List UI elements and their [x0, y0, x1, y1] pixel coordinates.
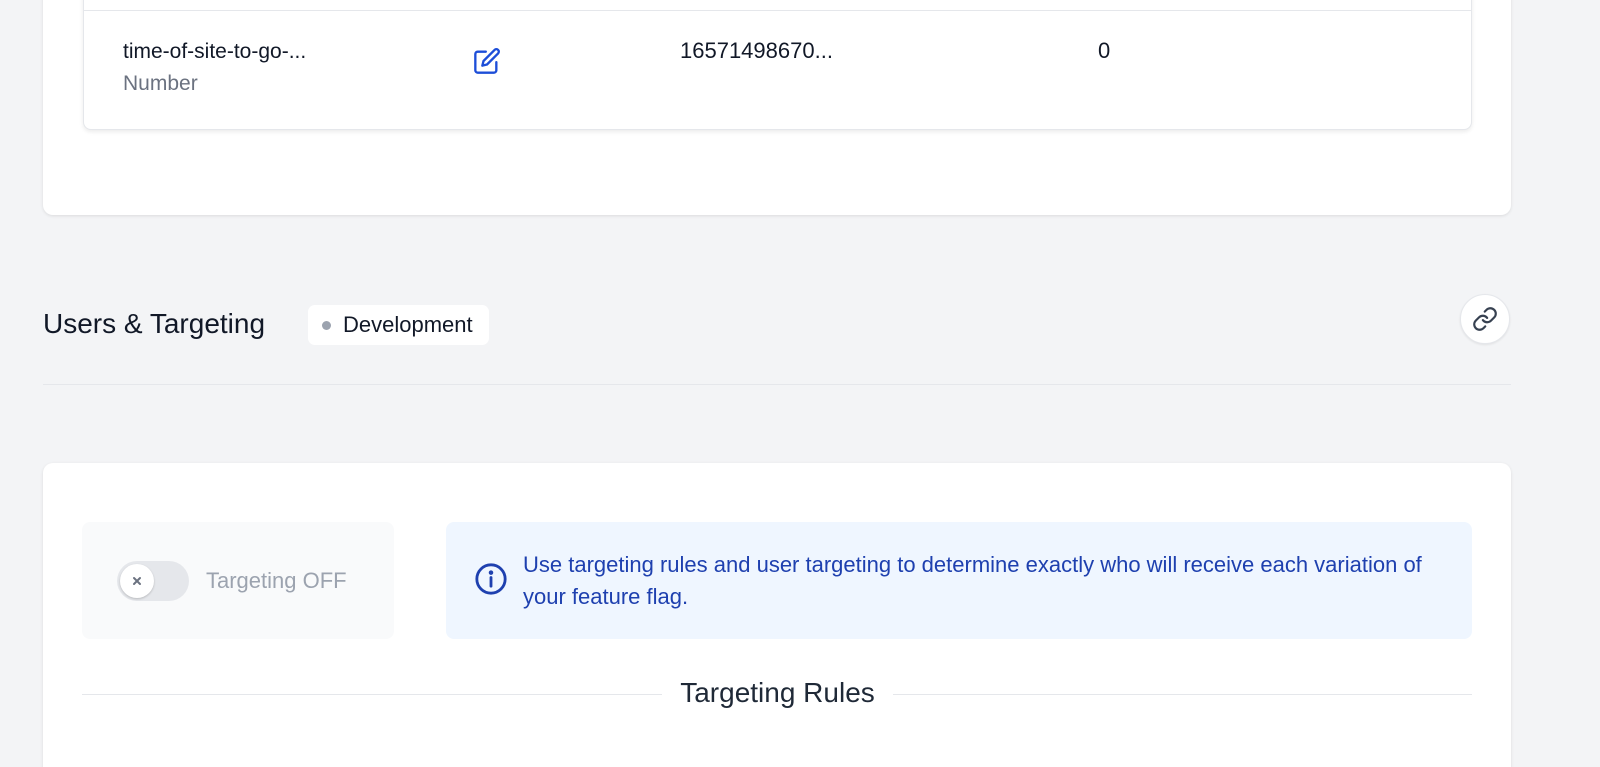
edit-icon [474, 48, 500, 74]
targeting-info-text: Use targeting rules and user targeting t… [523, 552, 1422, 609]
edit-variable-button[interactable] [472, 46, 502, 76]
targeting-rules-heading: Targeting Rules [680, 677, 875, 708]
variable-key: time-of-site-to-go-... [123, 40, 307, 63]
targeting-info-callout: Use targeting rules and user targeting t… [446, 522, 1472, 639]
variables-table: time-of-site-to-go-... Number 1657149867… [83, 0, 1472, 130]
variables-card: time-of-site-to-go-... Number 1657149867… [43, 0, 1511, 215]
section-divider [43, 384, 1511, 385]
rules-divider-right [893, 694, 1472, 695]
targeting-card: Targeting OFF Use targeting rules and us… [43, 463, 1511, 767]
rules-divider-left [82, 694, 662, 695]
info-icon [475, 563, 507, 595]
section-title: Users & Targeting [43, 308, 266, 339]
targeting-toggle-label: Targeting OFF [206, 568, 347, 593]
targeting-toggle[interactable] [117, 561, 189, 601]
page: time-of-site-to-go-... Number 1657149867… [0, 0, 1600, 767]
targeting-toggle-panel: Targeting OFF [82, 522, 394, 639]
close-icon [133, 577, 141, 585]
link-icon [1473, 307, 1497, 331]
variable-count: 0 [1098, 38, 1111, 63]
variable-value: 16571498670... [680, 38, 833, 63]
environment-label: Development [343, 312, 473, 337]
copy-link-button[interactable] [1460, 294, 1510, 344]
environment-status-dot [322, 320, 331, 330]
variable-type: Number [123, 72, 198, 95]
toggle-knob [120, 564, 154, 598]
table-header-divider [84, 10, 1471, 11]
environment-badge: Development [308, 305, 489, 345]
